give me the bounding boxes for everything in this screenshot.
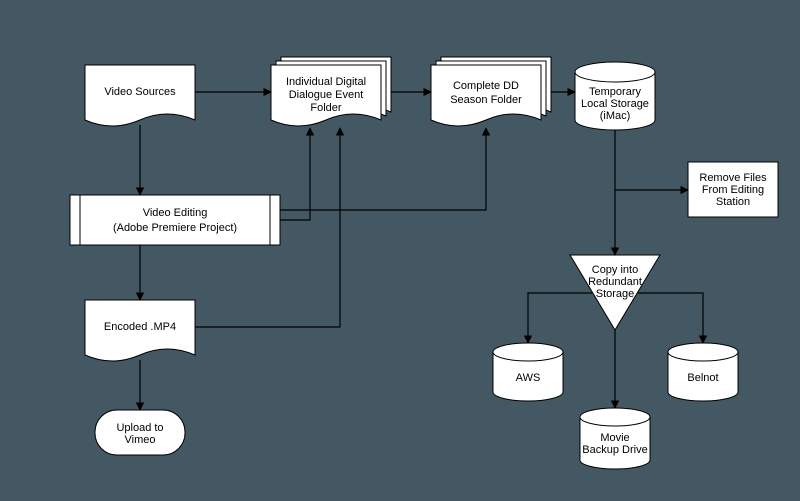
label-complete-folder-l2: Season Folder <box>450 94 522 106</box>
label-individual-folder-l3: Folder <box>310 102 342 114</box>
node-complete-folder: Complete DD Season Folder <box>431 57 551 126</box>
label-temp-storage-l2: Local Storage <box>581 98 649 110</box>
node-temp-storage: Temporary Local Storage (iMac) <box>575 62 655 130</box>
node-movie-backup: Movie Backup Drive <box>580 408 650 469</box>
label-movie-backup-l2: Backup Drive <box>582 444 647 456</box>
node-upload-vimeo: Upload to Vimeo <box>95 410 185 455</box>
label-temp-storage-l3: (iMac) <box>600 110 631 122</box>
label-aws: AWS <box>516 372 541 384</box>
label-belnot: Belnot <box>687 372 718 384</box>
label-remove-files-l1: Remove Files <box>699 172 767 184</box>
label-temp-storage-l1: Temporary <box>589 86 641 98</box>
label-encoded-mp4: Encoded .MP4 <box>104 321 176 333</box>
label-individual-folder-l1: Individual Digital <box>286 76 366 88</box>
edge-copy-to-aws <box>528 293 592 343</box>
node-video-editing: Video Editing (Adobe Premiere Project) <box>70 195 280 245</box>
label-complete-folder-l1: Complete DD <box>453 80 519 92</box>
node-individual-folder: Individual Digital Dialogue Event Folder <box>271 57 391 126</box>
node-encoded-mp4: Encoded .MP4 <box>85 300 195 361</box>
edge-editing-to-complete <box>280 128 486 210</box>
node-remove-files: Remove Files From Editing Station <box>688 162 778 217</box>
label-video-editing-l2: (Adobe Premiere Project) <box>113 222 237 234</box>
label-copy-redundant-l3: Storage <box>596 288 635 300</box>
label-upload-vimeo-l1: Upload to <box>116 422 163 434</box>
label-video-editing-l1: Video Editing <box>143 207 208 219</box>
label-remove-files-l3: Station <box>716 196 750 208</box>
edge-temp-to-remove <box>615 130 688 190</box>
label-upload-vimeo-l2: Vimeo <box>125 434 156 446</box>
label-remove-files-l2: From Editing <box>702 184 764 196</box>
label-copy-redundant-l1: Copy into <box>592 264 638 276</box>
node-belnot: Belnot <box>668 343 738 401</box>
edges <box>140 92 703 410</box>
label-individual-folder-l2: Dialogue Event <box>289 89 364 101</box>
edge-editing-to-individual <box>280 128 310 220</box>
label-copy-redundant-l2: Redundant <box>588 276 642 288</box>
node-aws: AWS <box>493 343 563 401</box>
label-movie-backup-l1: Movie <box>600 432 629 444</box>
edge-copy-to-belnot <box>638 293 703 343</box>
label-video-sources: Video Sources <box>104 86 176 98</box>
node-video-sources: Video Sources <box>85 65 195 126</box>
